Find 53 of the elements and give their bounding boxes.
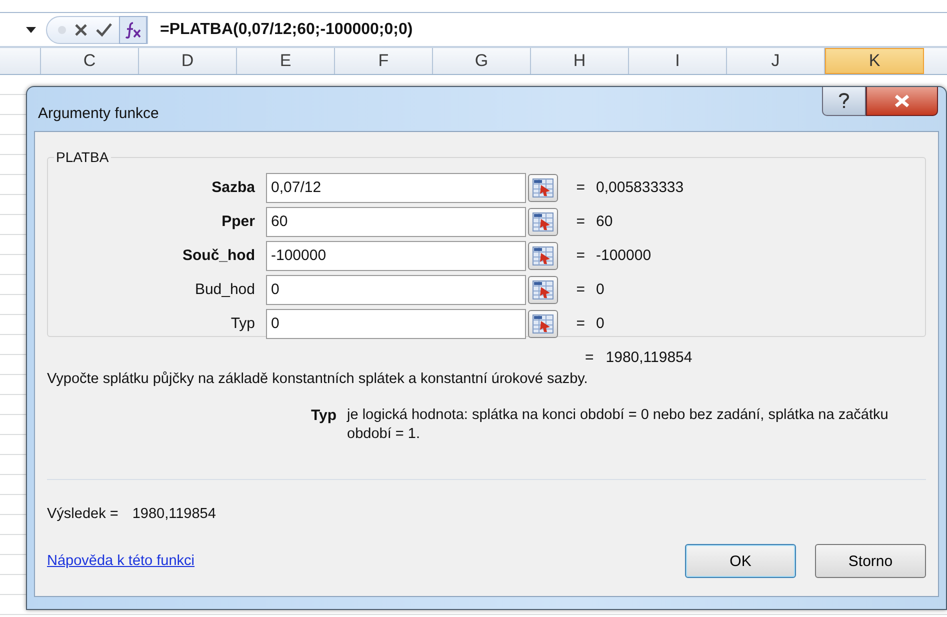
close-icon[interactable] (866, 87, 938, 116)
equals-sign: = (575, 247, 586, 264)
equals-sign: = (575, 315, 586, 332)
formula-text[interactable]: =PLATBA(0,07/12;60;-100000;0;0) (160, 20, 413, 38)
equals-sign: = (575, 213, 586, 230)
range-select-icon[interactable] (528, 276, 558, 304)
equals-sign: = (575, 179, 586, 196)
input-field[interactable]: 0,07/12 (266, 172, 526, 202)
dropdown-caret-icon[interactable] (26, 26, 36, 32)
dialog-button[interactable]: Storno (815, 544, 926, 578)
argument-name: Typ (311, 406, 338, 426)
input-field[interactable]: 0 (266, 308, 526, 338)
equals-sign: = (585, 349, 594, 366)
input-field[interactable]: -100000 (266, 240, 526, 270)
column-header[interactable]: E (237, 48, 335, 74)
help-icon[interactable] (822, 87, 866, 116)
input-field[interactable]: 0 (266, 274, 526, 304)
result-label: Výsledek = (47, 506, 118, 522)
argument-result: 0,005833333 (596, 179, 685, 196)
result-value: 1980,119854 (132, 506, 216, 522)
formula-result: 1980,119854 (606, 349, 692, 366)
argument-result: 0 (596, 315, 606, 332)
range-select-icon[interactable] (528, 310, 558, 338)
dialog-title: Argumenty funkce (38, 104, 159, 122)
argument-label: Typ (230, 315, 256, 332)
range-select-icon[interactable] (528, 242, 558, 270)
column-header[interactable]: C (41, 48, 139, 74)
argument-label: Souč_hod (181, 247, 256, 264)
function-description: Vypočte splátku půjčky na základě konstantních splátek a konstantní úrokové sazby. (47, 371, 589, 387)
argument-result: -100000 (596, 247, 652, 264)
function-icon[interactable] (119, 16, 147, 44)
argument-help: je logická hodnota: splátka na konci období = 0 nebo bez zadání, splátka na začátku období = 1. (347, 406, 890, 444)
dialog-button[interactable]: OK (685, 544, 796, 578)
circle-icon (57, 24, 67, 34)
argument-label: Pper (220, 213, 256, 230)
argument-result: 60 (596, 213, 614, 230)
check-icon[interactable] (95, 22, 113, 38)
argument-label: Sazba (210, 179, 256, 196)
range-select-icon[interactable] (528, 208, 558, 236)
equals-sign: = (575, 281, 586, 298)
column-header[interactable]: H (531, 48, 629, 74)
column-header[interactable]: K (825, 48, 924, 74)
help-link[interactable]: Nápověda k této funkci (47, 553, 666, 569)
argument-result: 0 (596, 281, 606, 298)
column-header[interactable]: D (139, 48, 237, 74)
range-select-icon[interactable] (528, 174, 558, 202)
argument-label: Bud_hod (194, 281, 256, 298)
input-field[interactable]: 60 (266, 206, 526, 236)
cancel-icon[interactable] (73, 22, 89, 38)
column-header[interactable]: I (629, 48, 727, 74)
column-header[interactable]: F (335, 48, 433, 74)
group-title: PLATBA (55, 149, 110, 165)
column-header[interactable]: G (433, 48, 531, 74)
